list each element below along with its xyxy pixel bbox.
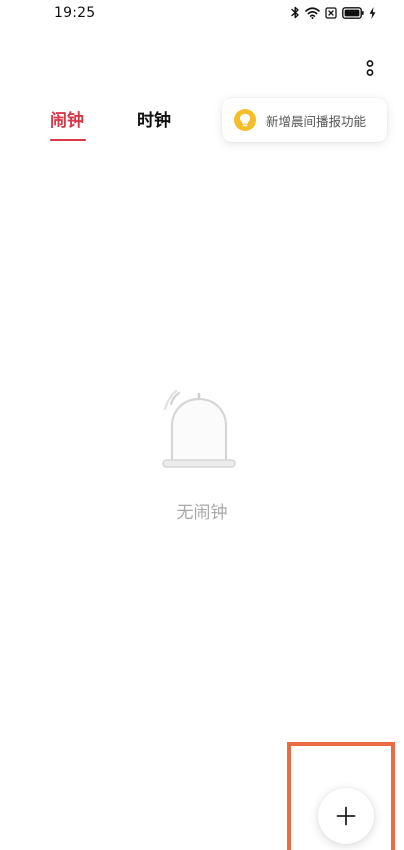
tab-alarm[interactable]: 闹钟 <box>50 106 84 131</box>
feature-tooltip[interactable]: 新增晨间播报功能 <box>222 98 387 142</box>
wifi-icon <box>305 6 320 19</box>
battery-icon <box>342 6 364 19</box>
tab-clock[interactable]: 时钟 <box>137 106 171 131</box>
status-bar: 19:25 <box>0 0 404 28</box>
bluetooth-icon <box>291 6 300 19</box>
bell-icon <box>155 388 239 478</box>
tab-indicator <box>50 139 86 141</box>
more-vertical-icon <box>366 60 374 76</box>
sim-card-icon <box>325 6 337 19</box>
add-alarm-button[interactable] <box>318 788 374 844</box>
tooltip-text: 新增晨间播报功能 <box>266 113 367 129</box>
status-time: 19:25 <box>54 5 96 21</box>
status-icons <box>291 6 376 19</box>
more-options-button[interactable] <box>360 56 380 80</box>
lightbulb-icon <box>234 109 256 131</box>
empty-state-text: 无闹钟 <box>176 503 228 523</box>
plus-icon <box>336 806 356 826</box>
charging-icon <box>369 6 376 19</box>
